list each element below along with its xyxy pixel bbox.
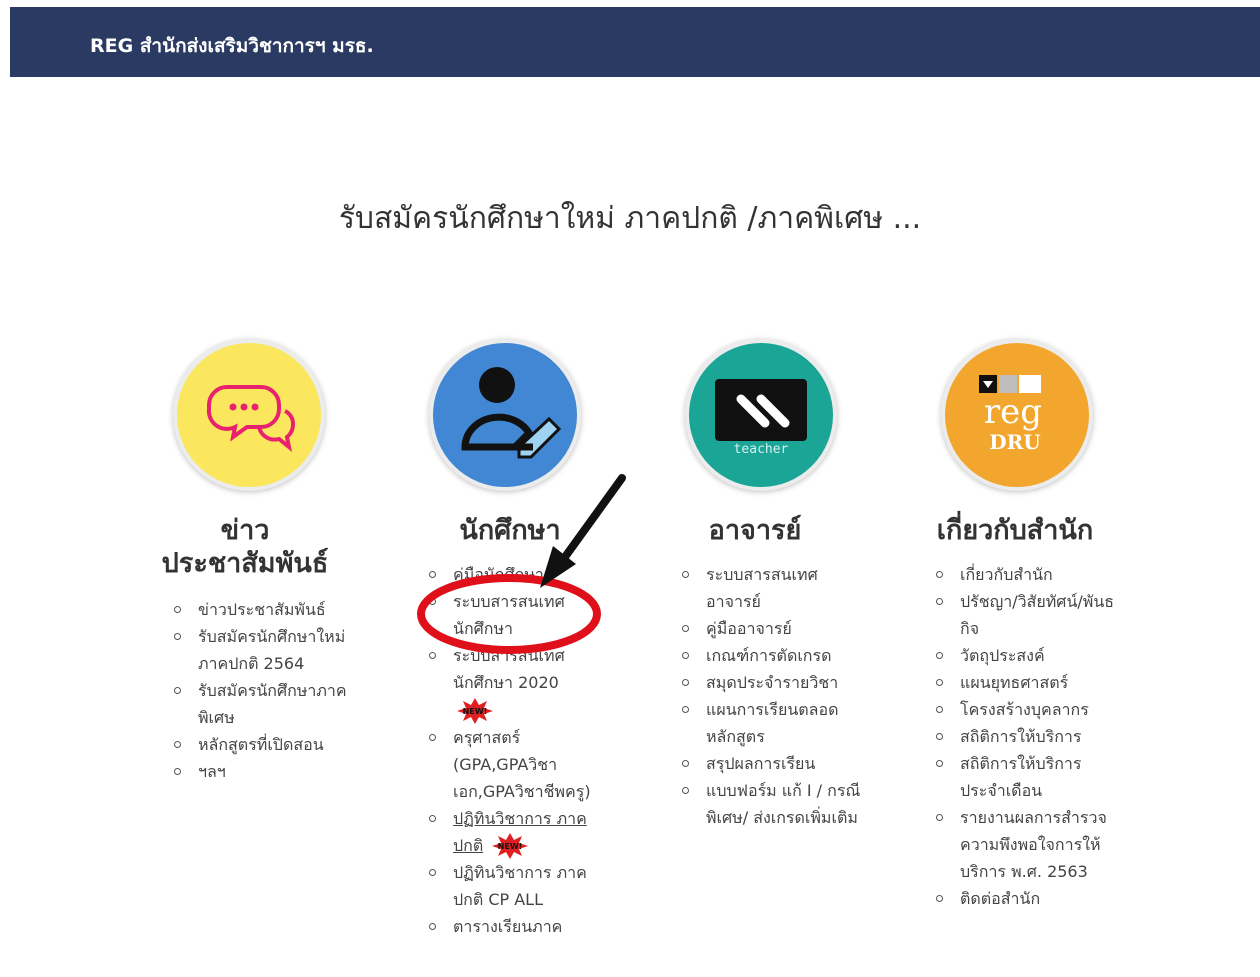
news-title-line1: ข่าว	[220, 515, 270, 546]
student-item[interactable]: ครุศาสตร์ (GPA,GPAวิชาเอก,GPAวิชาชีพครู)	[425, 724, 603, 805]
user-edit-icon	[461, 367, 562, 459]
news-item[interactable]: รับสมัครนักศึกษาภาคพิเศษ	[170, 677, 348, 731]
teacher-item[interactable]: คู่มืออาจารย์	[678, 615, 878, 642]
about-item[interactable]: เกี่ยวกับสำนัก	[932, 561, 1142, 588]
student-item[interactable]: ปฏิทินวิชาการ ภาคปกติ CP ALL	[425, 859, 603, 913]
logo-text-dru: DRU	[989, 430, 1040, 454]
about-item[interactable]: วัตถุประสงค์	[932, 642, 1142, 669]
about-item[interactable]: ปรัชญา/วิสัยทัศน์/พันธกิจ	[932, 588, 1130, 642]
news-item[interactable]: หลักสูตรที่เปิดสอน	[170, 731, 370, 758]
student-item-label: ระบบสารสนเทศนักศึกษา 2020	[453, 646, 565, 692]
page-headline: รับสมัครนักศึกษาใหม่ ภาคปกติ /ภาคพิเศษ .…	[338, 201, 922, 236]
student-title: นักศึกษา	[459, 515, 561, 546]
about-item[interactable]: แผนยุทธศาสตร์	[932, 669, 1142, 696]
about-item[interactable]: สถิติการให้บริการ	[932, 723, 1142, 750]
top-navbar: REG สำนักส่งเสริมวิชาการฯ มรธ.	[10, 7, 1260, 77]
teacher-list: ระบบสารสนเทศอาจารย์ คู่มืออาจารย์ เกณฑ์ก…	[678, 561, 878, 831]
reg-dru-logo: reg DRU	[979, 375, 1042, 454]
student-item[interactable]: ปฏิทินวิชาการ ภาคปกติ NEW!	[425, 805, 603, 859]
teacher-item[interactable]: แบบฟอร์ม แก้ I / กรณีพิเศษ/ ส่งเกรดเพิ่ม…	[678, 777, 866, 831]
teacher-item[interactable]: แผนการเรียนตลอดหลักสูตร	[678, 696, 866, 750]
student-item[interactable]: ตารางเรียนภาค	[425, 913, 603, 940]
about-item[interactable]: โครงสร้างบุคลากร	[932, 696, 1142, 723]
student-item[interactable]: คู่มือนักศึกษา	[425, 561, 625, 588]
site-brand-link[interactable]: REG สำนักส่งเสริมวิชาการฯ มรธ.	[90, 31, 374, 61]
new-badge-text: NEW!	[498, 842, 523, 851]
teacher-caption: teacher	[734, 442, 789, 457]
student-icon-circle[interactable]	[429, 339, 581, 491]
news-item[interactable]: ข่าวประชาสัมพันธ์	[170, 596, 370, 623]
about-item[interactable]: สถิติการให้บริการประจำเดือน	[932, 750, 1120, 804]
new-badge-icon: NEW!	[457, 697, 493, 724]
news-item[interactable]: ฯลฯ	[170, 758, 370, 785]
student-item[interactable]: ระบบสารสนเทศนักศึกษา 2020 NEW!	[425, 642, 603, 724]
teacher-item[interactable]: สมุดประจำรายวิชา	[678, 669, 878, 696]
teacher-item[interactable]: ระบบสารสนเทศอาจารย์	[678, 561, 856, 615]
about-item[interactable]: ติดต่อสำนัก	[932, 885, 1142, 912]
logo-text-reg: reg	[984, 392, 1042, 432]
blackboard-icon: teacher	[715, 379, 807, 457]
about-title: เกี่ยวกับสำนัก	[936, 515, 1094, 546]
student-list: คู่มือนักศึกษา ระบบสารสนเทศนักศึกษา ระบบ…	[425, 561, 625, 940]
about-list: เกี่ยวกับสำนัก ปรัชญา/วิสัยทัศน์/พันธกิจ…	[932, 561, 1142, 912]
news-item[interactable]: รับสมัครนักศึกษาใหม่ ภาคปกติ 2564	[170, 623, 348, 677]
news-icon-circle[interactable]	[173, 339, 325, 491]
chat-bubbles-icon	[206, 385, 295, 452]
about-item[interactable]: รายงานผลการสำรวจความพึงพอใจการให้บริการ …	[932, 804, 1120, 885]
news-title: ข่าว ประชาสัมพันธ์	[135, 514, 355, 580]
teacher-item[interactable]: สรุปผลการเรียน	[678, 750, 878, 777]
student-item[interactable]: ระบบสารสนเทศนักศึกษา	[425, 588, 603, 642]
about-icon-circle[interactable]: reg DRU	[941, 339, 1093, 491]
new-badge-text: NEW!	[463, 707, 488, 716]
teacher-item[interactable]: เกณฑ์การตัดเกรด	[678, 642, 878, 669]
teacher-icon-circle[interactable]: teacher	[685, 339, 837, 491]
news-list: ข่าวประชาสัมพันธ์ รับสมัครนักศึกษาใหม่ ภ…	[170, 596, 370, 785]
new-badge-icon: NEW!	[492, 833, 529, 859]
teacher-title: อาจารย์	[708, 515, 802, 546]
news-title-line2: ประชาสัมพันธ์	[161, 548, 329, 579]
